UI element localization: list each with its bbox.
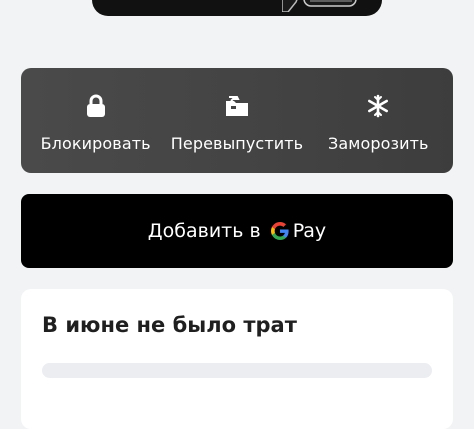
lock-icon <box>83 93 109 119</box>
spending-progress-bar <box>42 363 432 378</box>
block-card-button[interactable]: Блокировать <box>25 68 166 173</box>
add-to-google-pay-button[interactable]: Добавить в Pay <box>21 194 453 268</box>
gpay-label: Добавить в <box>147 220 261 242</box>
google-g-icon <box>270 222 289 240</box>
freeze-card-button[interactable]: Заморозить <box>308 68 449 173</box>
spending-summary-card[interactable]: В июне не было трат <box>21 289 453 429</box>
spending-title: В июне не было трат <box>42 313 297 337</box>
reissue-card-label: Перевыпустить <box>170 134 304 153</box>
gpay-pay-text: Pay <box>292 220 327 242</box>
snowflake-icon <box>365 93 391 119</box>
reissue-card-button[interactable]: Перевыпустить <box>166 68 307 173</box>
block-card-label: Блокировать <box>40 134 151 153</box>
freeze-card-label: Заморозить <box>328 134 429 153</box>
card-logo-icon <box>282 0 357 12</box>
card-actions-panel: Блокировать Перевыпустить Заморозить <box>21 68 453 173</box>
reissue-card-icon <box>224 93 250 119</box>
bank-card[interactable] <box>92 0 382 16</box>
